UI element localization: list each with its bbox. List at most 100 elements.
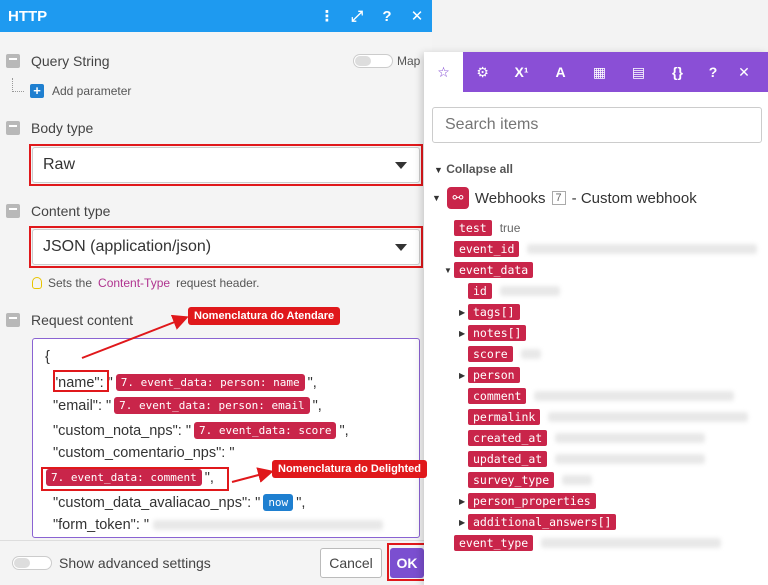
tree-connector [12,78,24,92]
module-row[interactable]: ▼ ⚯ Webhooks 7 - Custom webhook [432,187,697,209]
item-tag: notes[] [468,325,527,341]
mapped-variable-pill[interactable]: 7. event_data: person: name [115,374,305,391]
editor-line: "email" : " 7. event_data: person: email… [53,397,322,414]
request-content-collapse-toggle[interactable] [6,313,20,327]
list-item[interactable]: comment [468,388,735,404]
expand-icon[interactable]: ⤢ [342,0,372,32]
query-string-collapse-toggle[interactable] [6,54,20,68]
add-parameter-icon[interactable]: + [30,84,44,98]
close-icon[interactable]: ✕ [402,0,432,32]
list-item[interactable]: event_type [454,535,722,551]
list-item[interactable]: survey_type [468,472,593,488]
table-icon[interactable]: ▤ [619,52,658,92]
list-item[interactable]: event_id [454,241,758,257]
mapped-function-pill[interactable]: now [263,494,294,511]
json-key: "custom_data_avaliacao_nps" [53,494,248,511]
editor-line: "custom_nota_nps" : " 7. event_data: sco… [53,422,349,439]
json-quote: ", [312,397,322,414]
help-icon[interactable]: ? [697,52,729,92]
item-tag: person_properties [468,493,596,509]
json-sep: : [247,494,252,511]
list-item[interactable]: test true [454,220,520,236]
map-label: Map [397,54,421,68]
webhook-icon: ⚯ [446,187,469,209]
json-sep: : [221,445,226,461]
item-tag: additional_answers[] [468,514,617,530]
help-icon[interactable]: ? [372,0,402,32]
redacted-value [555,433,706,443]
annotation-atendare: Nomenclatura do Atendare [188,307,341,325]
annotation-delighted: Nomenclatura do Delighted [272,460,428,478]
mapped-variable-pill[interactable]: 7. event_data: score [193,422,337,439]
cancel-button[interactable]: Cancel [320,548,382,578]
item-tag: permalink [468,409,541,425]
editor-line: { [45,349,50,365]
content-type-collapse-toggle[interactable] [6,204,20,218]
body-type-label: Body type [31,120,94,136]
add-parameter-link[interactable]: Add parameter [52,84,131,98]
json-sep: : [177,422,182,439]
list-item[interactable]: updated_at [468,451,706,467]
list-item[interactable]: person [468,367,520,383]
editor-line: "custom_comentario_nps" : " [53,445,234,461]
redacted-value [499,286,560,296]
list-item[interactable]: additional_answers[] [468,514,617,530]
search-input[interactable] [432,107,762,143]
redacted-value [520,349,541,359]
body-type-collapse-toggle[interactable] [6,121,20,135]
caret-down-icon[interactable]: ▼ [444,266,452,275]
list-item[interactable]: event_data [454,262,534,278]
calendar-icon[interactable]: ▦ [580,52,619,92]
list-item[interactable]: created_at [468,430,706,446]
http-module-panel: HTTP ⋮ ⤢ ? ✕ Query String Map + Add para… [0,0,432,585]
caret-down-icon: ▼ [432,193,441,203]
highlight-box [53,370,109,392]
caret-right-icon[interactable]: ▶ [459,308,465,317]
list-item[interactable]: permalink [468,409,749,425]
redacted-value [562,475,593,485]
content-type-label: Content type [31,203,111,219]
item-tag: person [468,367,520,383]
hint-text: Sets the [48,276,93,290]
close-icon[interactable]: ✕ [729,52,759,92]
hint-text: request header. [176,276,260,290]
text-icon[interactable]: A [541,52,580,92]
braces-icon[interactable]: {} [658,52,697,92]
redacted-value [555,454,706,464]
advanced-settings-toggle[interactable] [12,556,52,570]
item-tag: updated_at [468,451,548,467]
map-toggle[interactable] [353,54,393,68]
editor-line: "form_token" : " [53,517,384,533]
item-value: true [499,221,521,235]
list-item[interactable]: id [468,283,560,299]
content-type-hint: Sets the Content-Type request header. [32,276,259,290]
list-item[interactable]: tags[] [468,304,520,320]
item-tag: created_at [468,430,548,446]
caret-right-icon[interactable]: ▶ [459,518,465,527]
highlight-box [41,467,229,491]
list-item[interactable]: notes[] [468,325,527,341]
json-key: "custom_nota_nps" [53,422,178,439]
caret-right-icon[interactable]: ▶ [459,497,465,506]
star-icon[interactable]: ☆ [424,52,463,92]
redacted-value [541,538,722,548]
collapse-all-link[interactable]: ▼ Collapse all [434,162,513,176]
list-item[interactable]: score [468,346,541,362]
more-icon[interactable]: ⋮ [312,0,342,32]
gear-icon[interactable]: ⚙ [463,52,502,92]
json-quote: " [255,494,261,511]
panel-title: HTTP [8,7,48,25]
item-tag: test [454,220,492,236]
json-quote: " [229,445,235,461]
caret-right-icon[interactable]: ▶ [459,329,465,338]
panel-header: HTTP ⋮ ⤢ ? ✕ [0,0,432,32]
json-key: "form_token" [53,517,136,533]
request-content-editor[interactable]: { "name" : " 7. event_data: person: name… [32,338,420,538]
mapping-panel: ☆ ⚙ X¹ A ▦ ▤ {} ? ✕ ▼ Collapse all ▼ ⚯ W… [424,52,768,585]
superscript-icon[interactable]: X¹ [502,52,541,92]
json-key: "email" [53,397,98,414]
mapped-variable-pill[interactable]: 7. event_data: person: email [114,397,310,414]
list-item[interactable]: person_properties [468,493,596,509]
caret-right-icon[interactable]: ▶ [459,371,465,380]
highlight-box [29,144,423,186]
